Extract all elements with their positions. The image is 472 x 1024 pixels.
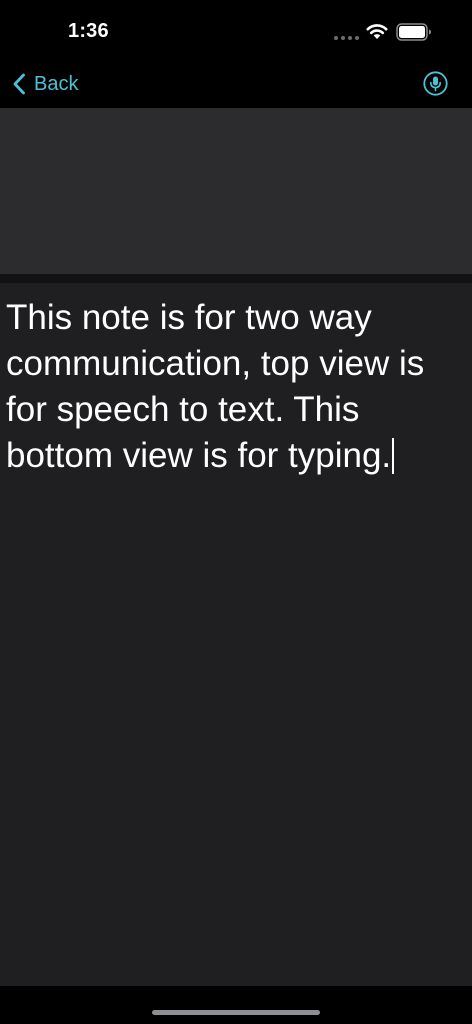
back-label: Back [34, 72, 79, 95]
cellular-signal-icon [334, 36, 359, 40]
home-indicator[interactable] [152, 1010, 320, 1015]
battery-icon [396, 23, 431, 41]
status-time: 1:36 [68, 20, 109, 42]
view-divider [0, 274, 472, 283]
typing-text-view[interactable]: This note is for two way communication, … [0, 283, 472, 986]
back-button[interactable]: Back [12, 70, 78, 98]
speech-to-text-view [0, 108, 472, 274]
typing-text-content[interactable]: This note is for two way communication, … [6, 295, 466, 479]
bottom-safe-area [0, 986, 472, 1024]
chevron-left-icon [13, 73, 25, 95]
microphone-icon[interactable] [423, 71, 448, 96]
navigation-bar: Back [0, 60, 472, 108]
wifi-icon [366, 24, 388, 39]
text-cursor [392, 438, 395, 474]
typed-text: This note is for two way communication, … [6, 298, 425, 475]
status-bar: 1:36 [0, 0, 472, 60]
